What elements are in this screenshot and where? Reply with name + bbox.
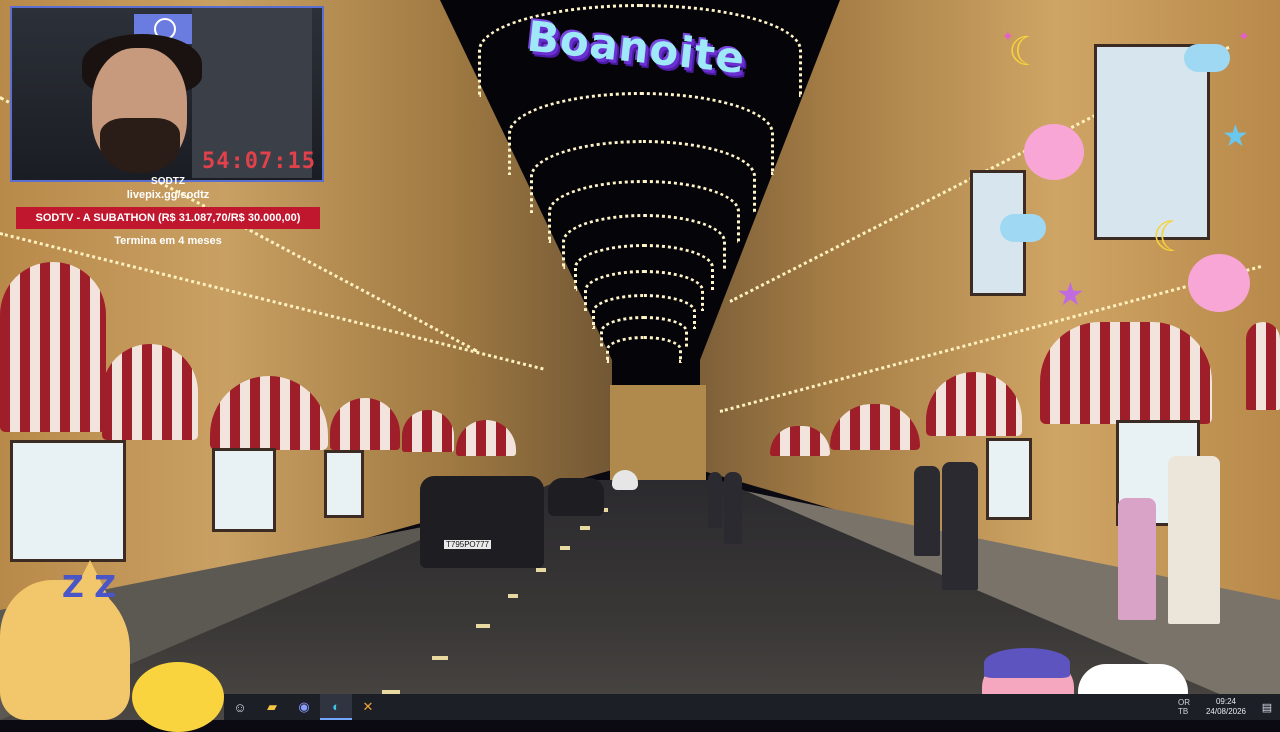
star-icon: ★ [1056,275,1085,313]
sheep-cloud-icon [1024,124,1084,180]
light-arch [606,336,682,363]
upper-window [1094,44,1210,240]
shop-window [10,440,126,562]
far-building [610,385,706,480]
moon-icon: ☾ [1152,212,1190,261]
lane-marking [432,656,448,660]
storefront-awning [1040,322,1212,424]
sleep-zz-icon: Z Z [62,570,116,605]
donation-link: livepix.gg/sodtz [126,189,210,201]
language-top: OR [1178,698,1190,707]
emoji-app-icon[interactable]: ☺ [224,694,256,720]
shop-window [324,450,364,518]
shop-window [986,438,1032,520]
parked-car: Т795РО777 [420,476,544,568]
sheep-cloud-icon [1188,254,1250,312]
discord-icon[interactable]: ◉ [288,694,320,720]
system-tray: OR TB 09:24 24/08/2026 ▤ [1178,694,1280,720]
streamer-beard [100,118,180,173]
parked-car [548,478,604,516]
lane-marking [560,546,570,550]
edge-browser-icon[interactable]: ◐ [320,694,352,720]
notification-icon[interactable]: ▤ [1254,694,1280,720]
language-indicator[interactable]: OR TB [1178,698,1198,716]
pedestrian [724,472,742,544]
star-icon: ★ [1222,119,1249,154]
sleepy-sun-emote [132,662,224,732]
storefront-awning [0,262,106,432]
channel-watermark: SODTZ [151,176,185,187]
nightcap [984,648,1070,678]
webcam-feed: 54:07:15 [10,6,324,182]
sparkle-icon: ✦ [1002,29,1014,45]
subathon-ends-text: Termina em 4 meses [114,235,222,247]
lane-marking [536,568,546,572]
cloud-icon [1000,214,1046,242]
lane-marking [508,594,518,598]
pedestrian [1168,456,1220,624]
sparkle-icon: ✦ [1238,29,1250,45]
subathon-timer: 54:07:15 [202,149,316,174]
file-explorer-icon[interactable]: ▰ [256,694,288,720]
cloud-icon [1184,44,1230,72]
sleeping-cat-emote: Z Z [0,560,140,720]
pedestrian [1118,498,1156,620]
language-bottom: TB [1178,707,1189,716]
subathon-goal-bar: SODTV - A SUBATHON (R$ 31.087,70/R$ 30.0… [16,207,320,229]
clock-date: 24/08/2026 [1205,707,1247,716]
license-plate: Т795РО777 [444,540,491,549]
clock[interactable]: 09:24 24/08/2026 [1198,697,1254,717]
stream-info: SODTZ livepix.gg/sodtz SODTV - A SUBATHO… [16,176,320,247]
clock-time: 09:24 [1215,697,1237,706]
storefront-awning [1246,322,1280,410]
pedestrian [914,466,940,556]
distant-car [612,470,638,490]
lane-marking [580,526,590,530]
storefront-awning [102,344,198,440]
lane-marking [476,624,490,628]
pedestrian [942,462,978,590]
pedestrian [708,472,722,528]
taskbar: ☺ ▰ ◉ ◐ ✕ OR TB 09:24 24/08/2026 ▤ [224,694,1280,720]
obs-app-icon[interactable]: ✕ [352,694,384,720]
shop-window [212,448,276,532]
